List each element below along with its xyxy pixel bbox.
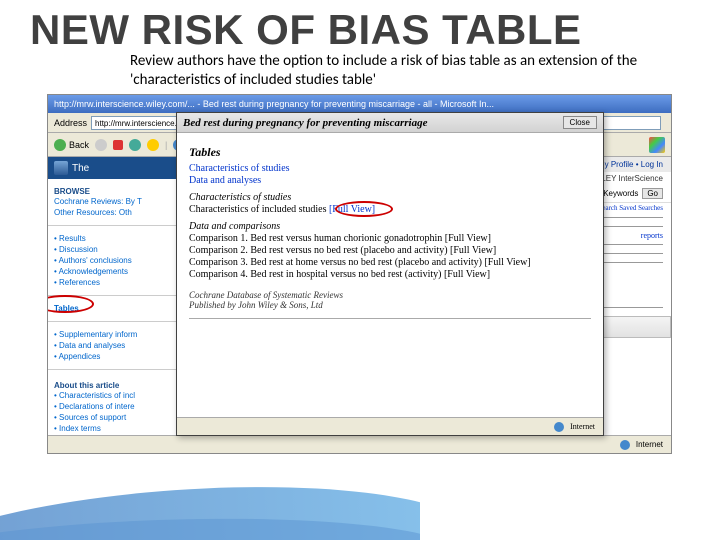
about-heading: About this article <box>54 381 173 390</box>
popup-title: Bed rest during pregnancy for preventing… <box>183 117 427 129</box>
slide-subtitle: Review authors have the option to includ… <box>0 52 720 90</box>
tables-heading: Tables <box>189 145 591 160</box>
nav-sources-support[interactable]: • Sources of support <box>54 412 173 423</box>
cos-subsection-heading: Characteristics of studies <box>189 192 591 203</box>
status-bar: Internet <box>48 435 671 453</box>
home-icon[interactable] <box>147 139 159 151</box>
comparison-3[interactable]: Comparison 3. Bed rest at home versus no… <box>189 257 591 268</box>
nav-data-analyses[interactable]: • Data and analyses <box>54 340 173 351</box>
nav-references[interactable]: • References <box>54 277 173 288</box>
dac-subsection-heading: Data and comparisons <box>189 221 591 232</box>
brand-bar: The <box>48 157 179 179</box>
nav-supp-info[interactable]: • Supplementary inform <box>54 329 173 340</box>
popup-citation-2: Published by John Wiley & Sons, Ltd <box>189 300 591 310</box>
tables-popup: Bed rest during pregnancy for preventing… <box>176 112 604 436</box>
brand-text: The <box>72 163 89 174</box>
close-button[interactable]: Close <box>563 116 597 129</box>
nav-index-terms[interactable]: • Index terms <box>54 423 173 433</box>
comparison-2[interactable]: Comparison 2. Bed rest versus no bed res… <box>189 245 591 256</box>
browse-link-reviews[interactable]: Cochrane Reviews: By T <box>54 196 173 207</box>
popup-titlebar: Bed rest during pregnancy for preventing… <box>177 113 603 133</box>
address-label: Address <box>54 118 87 128</box>
nav-discussion[interactable]: • Discussion <box>54 244 173 255</box>
back-icon <box>54 139 66 151</box>
globe-icon <box>554 422 564 432</box>
stop-icon[interactable] <box>113 140 123 150</box>
comparison-4[interactable]: Comparison 4. Bed rest in hospital versu… <box>189 269 591 280</box>
link-characteristics-studies[interactable]: Characteristics of studies <box>189 163 290 174</box>
back-button[interactable]: Back <box>54 139 89 151</box>
nav-appendices[interactable]: • Appendices <box>54 351 173 362</box>
nav-authors-conclusions[interactable]: • Authors' conclusions <box>54 255 173 266</box>
window-titlebar: http://mrw.interscience.wiley.com/... - … <box>48 95 671 113</box>
left-sidebar: The BROWSE Cochrane Reviews: By T Other … <box>48 157 180 433</box>
link-data-analyses[interactable]: Data and analyses <box>189 175 261 186</box>
comparison-1[interactable]: Comparison 1. Bed rest versus human chor… <box>189 233 591 244</box>
browse-heading: BROWSE <box>54 187 173 196</box>
nav-results[interactable]: • Results <box>54 233 173 244</box>
window-title-text: http://mrw.interscience.wiley.com/... - … <box>54 99 494 109</box>
popup-citation-1: Cochrane Database of Systematic Reviews <box>189 290 591 300</box>
cochrane-logo-icon <box>54 161 68 175</box>
nav-characteristics[interactable]: • Characteristics of incl <box>54 390 173 401</box>
slide-title: NEW RISK OF BIAS TABLE <box>0 0 720 54</box>
windows-flag-icon <box>649 137 665 153</box>
browse-link-other[interactable]: Other Resources: Oth <box>54 207 173 218</box>
nav-tables[interactable]: Tables <box>54 303 173 314</box>
nav-declarations[interactable]: • Declarations of intere <box>54 401 173 412</box>
forward-icon[interactable] <box>95 139 107 151</box>
popup-status-text: Internet <box>570 422 595 431</box>
popup-status-bar: Internet <box>177 417 603 435</box>
full-view-link-cos[interactable]: [Full View] <box>329 204 375 215</box>
refresh-icon[interactable] <box>129 139 141 151</box>
status-text: Internet <box>636 440 663 449</box>
decorative-swoosh <box>0 470 420 540</box>
cos-included-line: Characteristics of included studies <box>189 204 326 215</box>
popup-body: Tables Characteristics of studies Data a… <box>177 133 603 329</box>
globe-icon <box>620 440 630 450</box>
go-button[interactable]: Go <box>642 188 663 199</box>
nav-acknowledgements[interactable]: • Acknowledgements <box>54 266 173 277</box>
